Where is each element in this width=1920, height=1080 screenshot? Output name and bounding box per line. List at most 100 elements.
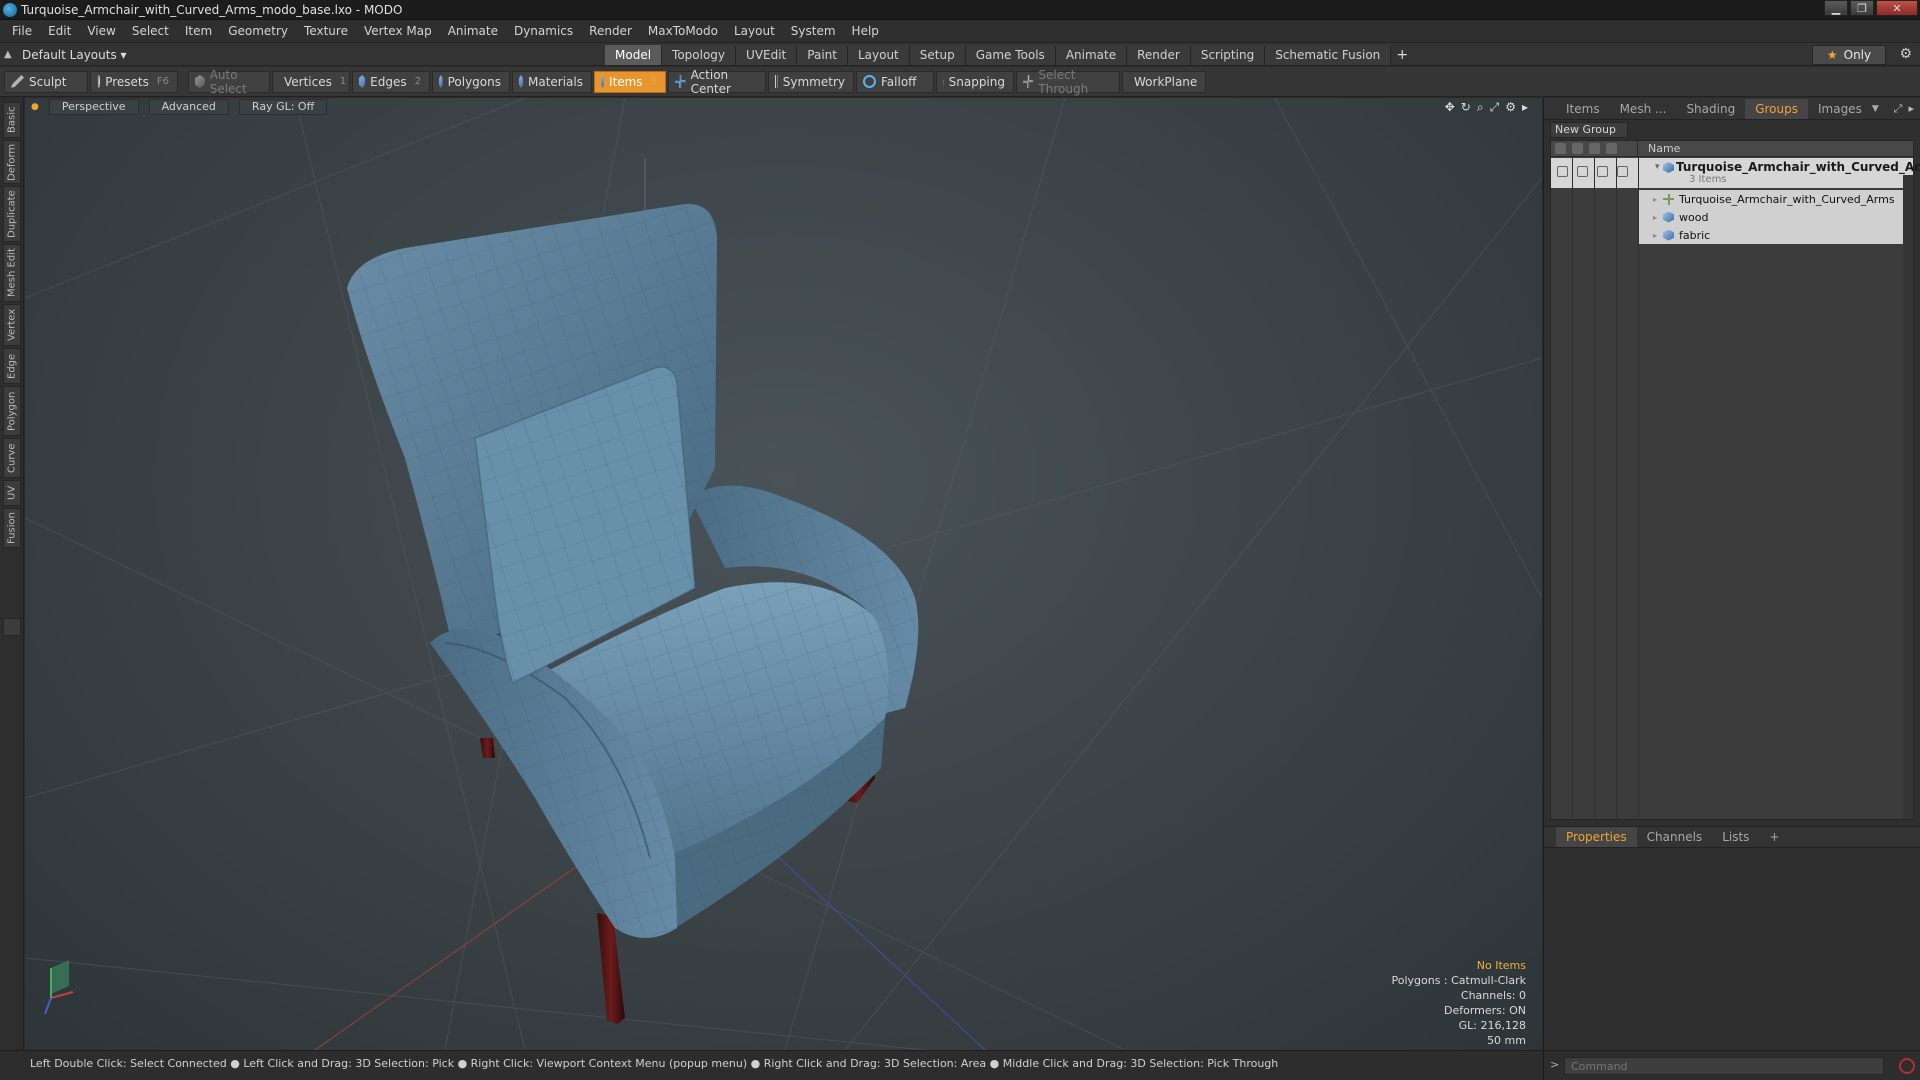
menu-vertex-map[interactable]: Vertex Map	[356, 24, 440, 38]
viewport-gear-icon[interactable]: ⚙	[1505, 100, 1516, 115]
menu-dynamics[interactable]: Dynamics	[506, 24, 581, 38]
gear-icon[interactable]: ⚙	[1899, 46, 1912, 62]
tab-lists[interactable]: Lists	[1712, 827, 1759, 847]
materials-button[interactable]: Materials	[512, 70, 592, 93]
tab-paint[interactable]: Paint	[797, 45, 848, 65]
vertices-button[interactable]: Vertices 1	[272, 70, 350, 93]
vtab-edge[interactable]: Edge	[3, 348, 21, 384]
tree-item[interactable]: ▸ fabric	[1639, 226, 1913, 244]
default-layouts-dropdown[interactable]: Default Layouts ▾	[22, 48, 127, 62]
expand-panel-icon[interactable]: ⤢	[1894, 102, 1903, 116]
tab-schematic-fusion[interactable]: Schematic Fusion	[1265, 45, 1392, 65]
symmetry-button[interactable]: Symmetry	[768, 70, 854, 93]
collapse-icon[interactable]: ▾	[1655, 162, 1660, 172]
tab-mesh[interactable]: Mesh ...	[1610, 99, 1677, 119]
items-button[interactable]: Items 5	[594, 70, 666, 93]
tab-render[interactable]: Render	[1127, 45, 1191, 65]
pan-icon[interactable]: ✥	[1445, 100, 1455, 115]
render-column-icon[interactable]	[1572, 143, 1583, 154]
add-tab-button[interactable]: +	[1391, 45, 1413, 65]
tab-layout[interactable]: Layout	[847, 45, 910, 65]
armchair-model	[347, 203, 919, 1024]
advanced-shading-button[interactable]: Advanced	[148, 99, 229, 115]
action-center-button[interactable]: Action Center	[668, 68, 766, 96]
minimize-button[interactable]: ▁	[1824, 0, 1848, 16]
expand-icon[interactable]: ▸	[1653, 213, 1663, 222]
tab-game-tools[interactable]: Game Tools	[965, 45, 1056, 65]
expand-toolbox-button[interactable]	[3, 618, 21, 636]
panel-arrow-icon[interactable]: ▸	[1908, 102, 1914, 116]
tab-model[interactable]: Model	[605, 45, 663, 65]
expand-icon[interactable]: ▸	[1653, 195, 1663, 204]
workplane-button[interactable]: WorkPlane	[1122, 70, 1206, 93]
add-properties-tab-button[interactable]: +	[1759, 827, 1789, 847]
menu-file[interactable]: File	[4, 24, 40, 38]
polygons-button[interactable]: Polygons	[432, 70, 510, 93]
zoom-icon[interactable]: ⌕	[1477, 100, 1484, 115]
vtab-uv[interactable]: UV	[3, 480, 21, 506]
viewport-arrow-icon[interactable]: ▸	[1522, 100, 1528, 115]
new-group-button[interactable]: New Group	[1550, 122, 1628, 138]
snapping-button[interactable]: Snapping	[936, 70, 1014, 93]
falloff-button[interactable]: Falloff	[856, 70, 934, 93]
vtab-deform[interactable]: Deform	[3, 140, 21, 184]
vtab-polygon[interactable]: Polygon	[3, 386, 21, 436]
sculpt-button[interactable]: Sculpt	[4, 70, 88, 93]
tab-setup[interactable]: Setup	[909, 45, 966, 65]
tab-animate[interactable]: Animate	[1055, 45, 1128, 65]
ray-gl-button[interactable]: Ray GL: Off	[238, 99, 328, 115]
close-button[interactable]: ✕	[1876, 0, 1918, 16]
menu-system[interactable]: System	[783, 24, 844, 38]
vtab-basic[interactable]: Basic	[3, 102, 21, 138]
edges-button[interactable]: Edges 2	[352, 70, 430, 93]
auto-select-button[interactable]: Auto Select	[188, 68, 270, 96]
menu-edit[interactable]: Edit	[40, 24, 79, 38]
maximize-button[interactable]: ❐	[1850, 0, 1874, 16]
tab-images[interactable]: Images	[1808, 99, 1872, 119]
maximize-viewport-icon[interactable]: ⤢	[1490, 100, 1500, 115]
vtab-curve[interactable]: Curve	[3, 438, 21, 478]
stop-icon[interactable]	[1899, 1058, 1915, 1074]
perspective-view-button[interactable]: Perspective	[48, 99, 139, 115]
tab-groups[interactable]: Groups	[1745, 98, 1808, 119]
menu-view[interactable]: View	[79, 24, 123, 38]
viewport-menu-icon[interactable]: ●	[31, 102, 39, 112]
tab-channels[interactable]: Channels	[1637, 827, 1713, 847]
menu-geometry[interactable]: Geometry	[220, 24, 296, 38]
menu-maxtomodo[interactable]: MaxToModo	[640, 24, 726, 38]
vtab-vertex[interactable]: Vertex	[3, 304, 21, 346]
vtab-mesh-edit[interactable]: Mesh Edit	[3, 244, 21, 302]
tab-scripting[interactable]: Scripting	[1190, 45, 1266, 65]
select-column-icon[interactable]	[1606, 143, 1617, 154]
menu-select[interactable]: Select	[124, 24, 177, 38]
menu-layout[interactable]: Layout	[726, 24, 783, 38]
snapping-icon	[943, 75, 944, 88]
3d-viewport[interactable]: ● Perspective Advanced Ray GL: Off ✥ ↻ ⌕…	[25, 98, 1542, 1050]
tree-scrollbar[interactable]	[1903, 175, 1913, 819]
presets-button[interactable]: Presets F6	[90, 70, 178, 93]
eye-column-icon[interactable]	[1555, 143, 1566, 154]
menu-help[interactable]: Help	[844, 24, 887, 38]
select-through-button[interactable]: Select Through	[1016, 68, 1120, 96]
tree-item[interactable]: ▸ Turquoise_Armchair_with_Curved_Arms	[1639, 190, 1913, 208]
tab-items[interactable]: Items	[1556, 99, 1610, 119]
tree-item[interactable]: ▸ wood	[1639, 208, 1913, 226]
tabs-dropdown-icon[interactable]: ▼	[1872, 104, 1879, 114]
rotate-icon[interactable]: ↻	[1461, 100, 1471, 115]
command-input[interactable]	[1564, 1057, 1884, 1075]
menu-animate[interactable]: Animate	[440, 24, 506, 38]
expand-icon[interactable]: ▸	[1653, 231, 1663, 240]
menu-item[interactable]: Item	[177, 24, 220, 38]
tab-properties[interactable]: Properties	[1556, 827, 1637, 847]
only-button[interactable]: ★ Only	[1812, 45, 1886, 65]
tab-uvedit[interactable]: UVEdit	[736, 45, 798, 65]
menu-render[interactable]: Render	[581, 24, 640, 38]
vtab-fusion[interactable]: Fusion	[3, 508, 21, 548]
layout-selector[interactable]: ▲ Default Layouts ▾	[4, 43, 127, 67]
vtab-duplicate[interactable]: Duplicate	[3, 186, 21, 242]
tab-topology[interactable]: Topology	[662, 45, 737, 65]
menu-texture[interactable]: Texture	[296, 24, 356, 38]
lock-column-icon[interactable]	[1589, 143, 1600, 154]
tab-shading[interactable]: Shading	[1676, 99, 1745, 119]
name-column-header[interactable]: Name	[1638, 142, 1680, 155]
